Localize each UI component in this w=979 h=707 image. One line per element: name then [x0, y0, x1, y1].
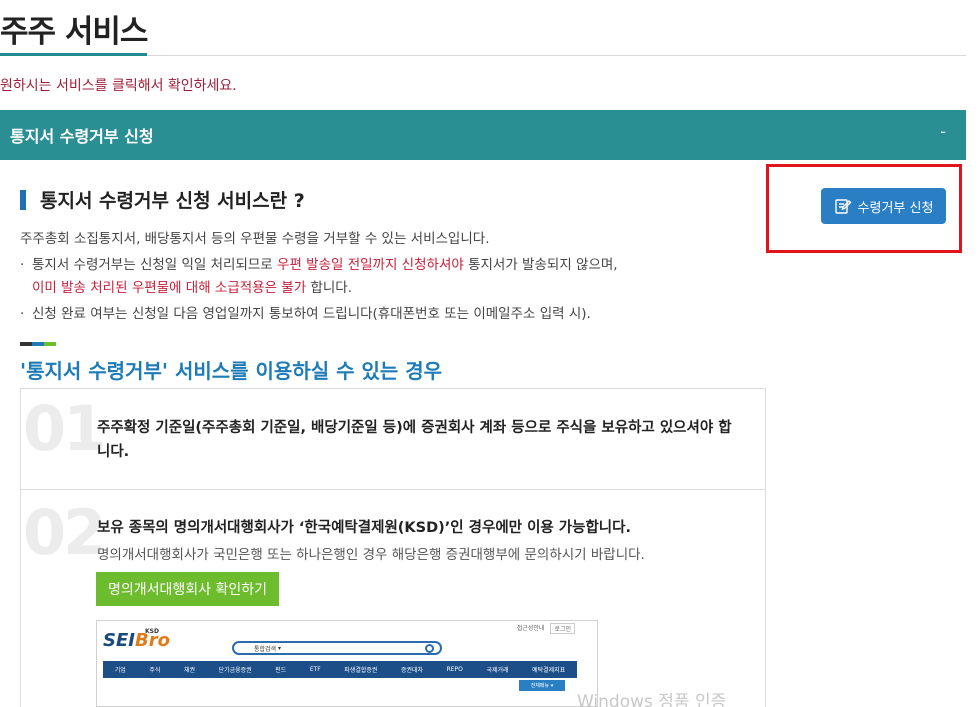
case-number: 02	[23, 496, 106, 569]
deadline-highlight: 우편 발송일 전일까지 신청하셔야	[277, 257, 464, 273]
windows-activation-watermark: Windows 정품 인증	[577, 692, 727, 707]
intro-text: 원하시는 서비스를 클릭해서 확인하세요.	[0, 78, 237, 94]
embed-all-menu: 전체메뉴 ▾	[519, 680, 565, 691]
bullet-deadline-cont: 이미 발송 처리된 우편물에 대해 소급적용은 불가 합니다.	[32, 280, 352, 296]
case-subtext: 명의개서대행회사가 국민은행 또는 하나은행인 경우 해당은행 증권대행부에 문…	[97, 547, 645, 563]
embed-nav: 기업 주식 채권 단기금융증권 펀드 ETF 파생결합증권 증권대차 REPO 국제거래 예탁결제지…	[103, 661, 577, 678]
retroactive-highlight: 이미 발송 처리된 우편물에 대해 소급적용은 불가	[32, 280, 307, 296]
embed-topbar: 접근성안내 로그인	[517, 623, 575, 634]
bullet-notification: · 신청 완료 여부는 신청일 다음 영업일까지 통보하여 드립니다(휴대폰번호 …	[20, 306, 591, 322]
ksd-logo: KSD	[145, 628, 159, 635]
accordion-header[interactable]: 통지서 수령거부 신청 -	[0, 110, 966, 160]
bullet-deadline: · 통지서 수령거부는 신청일 익일 처리되므로 우편 발송일 전일까지 신청하셔…	[20, 257, 618, 273]
accordion-label: 통지서 수령거부 신청	[10, 127, 154, 146]
embed-nav-item: 채권	[183, 667, 195, 674]
usage-title: '통지서 수령거부' 서비스를 이용하실 수 있는 경우	[20, 359, 443, 383]
embed-nav-item: REPO	[446, 666, 463, 673]
collapse-toggle[interactable]: -	[940, 122, 946, 141]
embed-nav-item: ETF	[309, 666, 321, 673]
seibro-screenshot: 접근성안내 로그인 SEIBro KSD 통합검색 ▾ 기업 주식 채권 단기금융증권…	[96, 620, 598, 707]
apply-button-label: 수령거부 신청	[857, 200, 934, 216]
service-description: 주주총회 소집통지서, 배당통지서 등의 우편물 수령을 거부할 수 있는 서비…	[20, 231, 490, 247]
embed-nav-item: 펀드	[275, 667, 287, 674]
embed-nav-item: 기업	[114, 667, 126, 674]
case-divider	[21, 489, 765, 490]
title-decoration	[20, 342, 56, 346]
case-text: 보유 종목의 명의개서대행회사가 ‘한국예탁결제원(KSD)’인 경우에만 이용…	[97, 520, 631, 536]
page-title: 주주 서비스	[0, 14, 148, 50]
seibro-logo: SEIBro	[103, 630, 170, 651]
check-agent-button[interactable]: 명의개서대행회사 확인하기	[96, 572, 279, 606]
title-underline	[0, 53, 147, 56]
embed-nav-item: 주식	[149, 667, 161, 674]
embed-nav-item: 국제거래	[486, 667, 509, 674]
case-text: 주주확정 기준일(주주총회 기준일, 배당기준일 등)에 증권회사 계좌 등으로…	[97, 420, 732, 460]
embed-nav-item: 증권대차	[400, 667, 424, 674]
apply-refusal-button[interactable]: 수령거부 신청	[821, 188, 946, 224]
edit-document-icon	[834, 199, 852, 214]
embed-nav-item: 단기금융증권	[218, 667, 252, 674]
case-number: 01	[23, 392, 106, 465]
section-title: 통지서 수령거부 신청 서비스란 ?	[40, 190, 305, 212]
search-icon	[425, 644, 434, 653]
embed-nav-item: 파생결합증권	[344, 667, 378, 674]
embed-search: 통합검색 ▾	[232, 641, 442, 655]
embed-nav-item: 예탁결제지표	[532, 667, 566, 674]
section-marker	[20, 190, 26, 210]
